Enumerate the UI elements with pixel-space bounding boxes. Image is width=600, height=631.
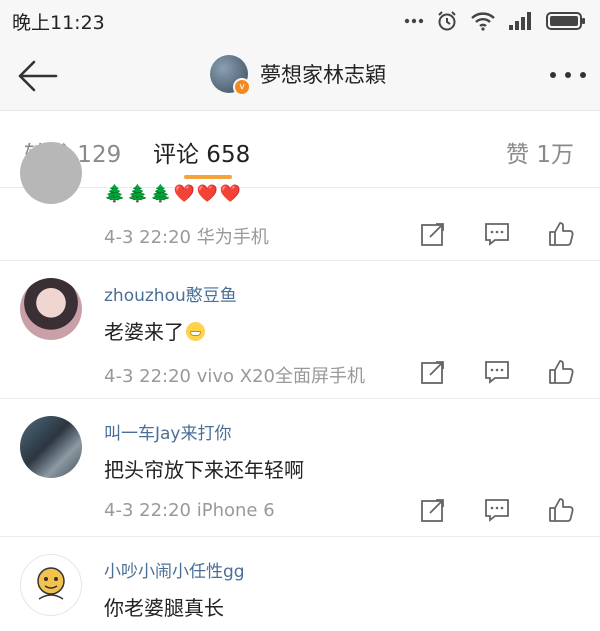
comment-username[interactable]: 小吵小闹小任性gg [104,557,245,582]
comment-meta: 4-3 22:20 iPhone 6 [104,500,275,521]
comment-device: iPhone 6 [196,500,275,521]
list-item: 小吵小闹小任性gg 你老婆腿真长 [0,537,600,631]
comment-time: 4-3 22:20 [104,227,191,248]
comment-actions [420,221,574,247]
repost-icon[interactable] [420,221,446,247]
nav-avatar[interactable]: v [210,55,251,96]
comment-actions [420,359,574,385]
comment-text: 老婆来了 [104,316,205,345]
avatar-group-photo-icon[interactable] [20,416,82,478]
tab-likes[interactable]: 赞 1万 [506,135,574,169]
like-icon[interactable] [548,221,574,247]
comment-device: 华为手机 [196,227,269,248]
list-item: 🌲🌲🌲❤️❤️❤️ 4-3 22:20 华为手机 [0,142,600,261]
status-time: 晚上11:23 [12,11,105,34]
comment-meta: 4-3 22:20 华为手机 [104,223,269,249]
comment-device: vivo X20全面屏手机 [196,366,366,387]
active-tab-indicator [184,175,232,179]
status-bar: 晚上11:23 [0,0,600,42]
back-arrow-icon[interactable] [14,58,58,94]
comment-text-content: 老婆来了 [104,320,184,344]
comment-emoji-text: 🌲🌲🌲❤️❤️❤️ [104,184,244,204]
nav-title: 夢想家林志穎 [260,63,386,87]
comment-icon[interactable] [484,497,510,523]
like-icon[interactable] [548,359,574,385]
comment-actions [420,497,574,523]
comment-username[interactable]: zhouzhou憨豆鱼 [104,281,237,306]
cartoon-figure-icon [37,567,65,600]
signal-icon [509,12,531,30]
comment-icon[interactable] [484,359,510,385]
more-options-icon[interactable] [550,72,586,78]
comment-time: 4-3 22:20 [104,366,191,387]
avatar-partial-icon[interactable] [20,142,82,204]
verified-badge-icon: v [233,78,251,96]
avatar-girl-icon[interactable] [20,278,82,340]
wifi-icon [471,12,495,31]
like-icon[interactable] [548,497,574,523]
comment-text: 把头帘放下来还年轻啊 [104,458,304,482]
tab-comments[interactable]: 评论 658 [153,135,250,169]
more-dots-icon [404,18,424,24]
comment-meta: 4-3 22:20 vivo X20全面屏手机 [104,362,365,388]
list-item: zhouzhou憨豆鱼 老婆来了 4-3 22:20 vivo X20全面屏手机 [0,261,600,399]
list-item: 叫一车Jay来打你 把头帘放下来还年轻啊 4-3 22:20 iPhone 6 [0,399,600,537]
alarm-icon [438,11,456,31]
battery-icon [546,12,585,30]
grin-emoji-icon [186,322,205,341]
comment-time: 4-3 22:20 [104,500,191,521]
status-icons [404,10,586,32]
comment-icon[interactable] [484,221,510,247]
comment-username[interactable]: 叫一车Jay来打你 [104,419,232,444]
tab-bar: 转发 129 评论 658 赞 1万 [0,111,600,188]
repost-icon[interactable] [420,497,446,523]
nav-bar: v 夢想家林志穎 [0,42,600,111]
nav-user[interactable]: v 夢想家林志穎 [210,55,386,96]
avatar-cartoon-icon[interactable] [20,554,82,616]
comment-text: 你老婆腿真长 [104,596,224,620]
repost-icon[interactable] [420,359,446,385]
